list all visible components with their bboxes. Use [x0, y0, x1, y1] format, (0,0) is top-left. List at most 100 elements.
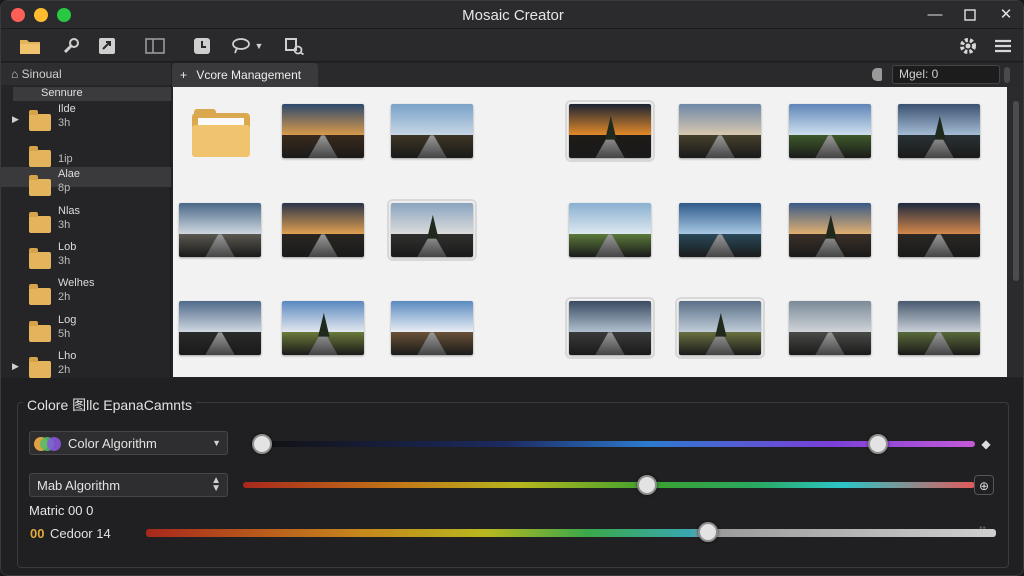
title-bar: Mosaic Creator — ✕	[1, 1, 1023, 29]
image-grid	[173, 87, 1007, 377]
image-thumbnail[interactable]	[387, 199, 477, 261]
image-thumbnail[interactable]	[679, 104, 761, 158]
sidebar-item-label: Welhes	[58, 277, 95, 289]
home-icon: ⌂	[11, 67, 19, 81]
close-icon[interactable]: ✕	[995, 5, 1017, 25]
sidebar: ⌂ Sinoual Sennure ▶ Ilde 3h 1ip Alae 8p Nlas 3h…	[1, 63, 171, 378]
folder-icon	[29, 284, 51, 305]
matrix-label: Matric 00 0	[29, 503, 94, 518]
folder-icon	[29, 175, 51, 196]
folder-open-icon[interactable]	[19, 35, 41, 57]
image-thumbnail[interactable]	[789, 104, 871, 158]
folder-icon	[29, 357, 51, 378]
chevron-down-icon: ▼	[212, 438, 221, 448]
image-thumbnail[interactable]	[679, 203, 761, 257]
lock-icon[interactable]: ⊕	[974, 475, 994, 495]
image-thumbnail[interactable]	[565, 100, 655, 162]
image-thumbnail[interactable]	[898, 301, 980, 355]
app-window: Mosaic Creator — ✕ ▼ ⌂ Sinoual Sennure ▶…	[0, 0, 1024, 576]
sidebar-item-subtitle: 3h	[58, 219, 71, 231]
scroll-indicator[interactable]	[1004, 67, 1010, 83]
ellipsis-icon[interactable]: ••	[979, 523, 986, 534]
toolbar: ▼	[1, 29, 1023, 62]
menu-icon[interactable]	[992, 35, 1014, 57]
image-thumbnail[interactable]	[179, 301, 261, 355]
cedoor-track[interactable]	[146, 529, 996, 537]
sidebar-item-label: Ilde	[58, 103, 76, 115]
export-icon[interactable]	[96, 35, 118, 57]
image-thumbnail[interactable]	[789, 203, 871, 257]
image-thumbnail[interactable]	[282, 203, 364, 257]
group-title: Colore 图llc EpanaCamnts	[23, 395, 196, 415]
image-thumbnail[interactable]	[391, 301, 473, 355]
sidebar-item[interactable]: Welhes 2h	[1, 276, 171, 310]
sidebar-header: ⌂ Sinoual	[1, 63, 171, 85]
maximize-icon[interactable]	[959, 5, 981, 25]
layout-icon[interactable]	[144, 35, 166, 57]
settings-panel: Colore 图llc EpanaCamnts Color Algorithm …	[1, 378, 1023, 575]
filter-icon[interactable]	[872, 68, 882, 81]
chevron-right-icon[interactable]: ▶	[12, 114, 19, 125]
folder-icon	[29, 110, 51, 131]
sidebar-item[interactable]: Lob 3h	[1, 240, 171, 274]
wrench-icon[interactable]	[60, 35, 82, 57]
tab-label: Vcore Management	[196, 68, 302, 82]
sidebar-item[interactable]: Alae 8p	[1, 167, 171, 196]
image-thumbnail[interactable]	[282, 301, 364, 355]
image-thumbnail[interactable]	[789, 301, 871, 355]
mab-algorithm-dropdown[interactable]: Mab Algorithm ▲ ▼	[29, 473, 228, 497]
tab-vcore-management[interactable]: + Vcore Management	[172, 63, 318, 87]
sidebar-item[interactable]: ▶ Ilde 3h	[1, 102, 171, 136]
vertical-scrollbar[interactable]	[1007, 87, 1023, 377]
color-algorithm-dropdown[interactable]: Color Algorithm ▼	[29, 431, 228, 455]
mab-track[interactable]	[243, 482, 975, 488]
cedoor-prefix: 00	[30, 526, 45, 541]
folder-icon	[29, 248, 51, 269]
lasso-icon[interactable]	[230, 35, 252, 57]
folder-icon	[29, 146, 51, 167]
sidebar-item-label: Nlas	[58, 205, 81, 217]
sidebar-root-label: Sennure	[41, 87, 83, 99]
sidebar-item-subtitle: 1ip	[58, 153, 73, 165]
history-icon[interactable]	[191, 35, 213, 57]
sidebar-item-subtitle: 2h	[58, 364, 71, 376]
image-thumbnail[interactable]	[569, 203, 651, 257]
sidebar-root-item[interactable]: Sennure	[13, 87, 171, 101]
image-thumbnail[interactable]	[898, 104, 980, 158]
color-wheel-icon	[33, 436, 63, 452]
sidebar-item[interactable]: Nlas 3h	[1, 204, 171, 238]
sidebar-item-subtitle: 2h	[58, 291, 71, 303]
chevron-down-icon[interactable]: ▼	[253, 35, 265, 57]
sidebar-item[interactable]: Log 5h	[1, 313, 171, 347]
sidebar-item-subtitle: 3h	[58, 117, 71, 129]
color-min-handle[interactable]	[252, 434, 272, 454]
sidebar-item-subtitle: 8p	[58, 182, 71, 194]
color-algorithm-label: Color Algorithm	[68, 436, 157, 451]
color-max-handle[interactable]	[868, 434, 888, 454]
minimize-icon[interactable]: —	[924, 5, 946, 25]
sidebar-item-label: Log	[58, 314, 77, 326]
image-thumbnail[interactable]	[391, 104, 473, 158]
chevron-right-icon[interactable]: ▶	[12, 361, 19, 372]
stepper-icon: ▲ ▼	[211, 475, 221, 494]
diamond-icon[interactable]: ◆	[976, 434, 996, 454]
add-icon[interactable]: +	[180, 68, 187, 82]
cedoor-label: Cedoor 14	[50, 526, 111, 541]
search-input[interactable]: Mgel: 0	[892, 65, 1000, 84]
sidebar-item-label: Lob	[58, 241, 77, 253]
gear-icon[interactable]	[957, 35, 979, 57]
mab-handle[interactable]	[637, 475, 657, 495]
mab-algorithm-label: Mab Algorithm	[37, 478, 121, 493]
scrollbar-thumb[interactable]	[1013, 101, 1019, 281]
image-thumbnail[interactable]	[179, 203, 261, 257]
cedoor-handle[interactable]	[698, 522, 718, 542]
sidebar-item-label: Lho	[58, 350, 77, 362]
folder-icon[interactable]	[192, 109, 250, 157]
crop-icon[interactable]	[283, 35, 305, 57]
image-thumbnail[interactable]	[565, 297, 655, 359]
window-title: Mosaic Creator	[462, 7, 564, 24]
image-thumbnail[interactable]	[898, 203, 980, 257]
image-thumbnail[interactable]	[675, 297, 765, 359]
color-range-track[interactable]	[251, 441, 975, 447]
image-thumbnail[interactable]	[282, 104, 364, 158]
